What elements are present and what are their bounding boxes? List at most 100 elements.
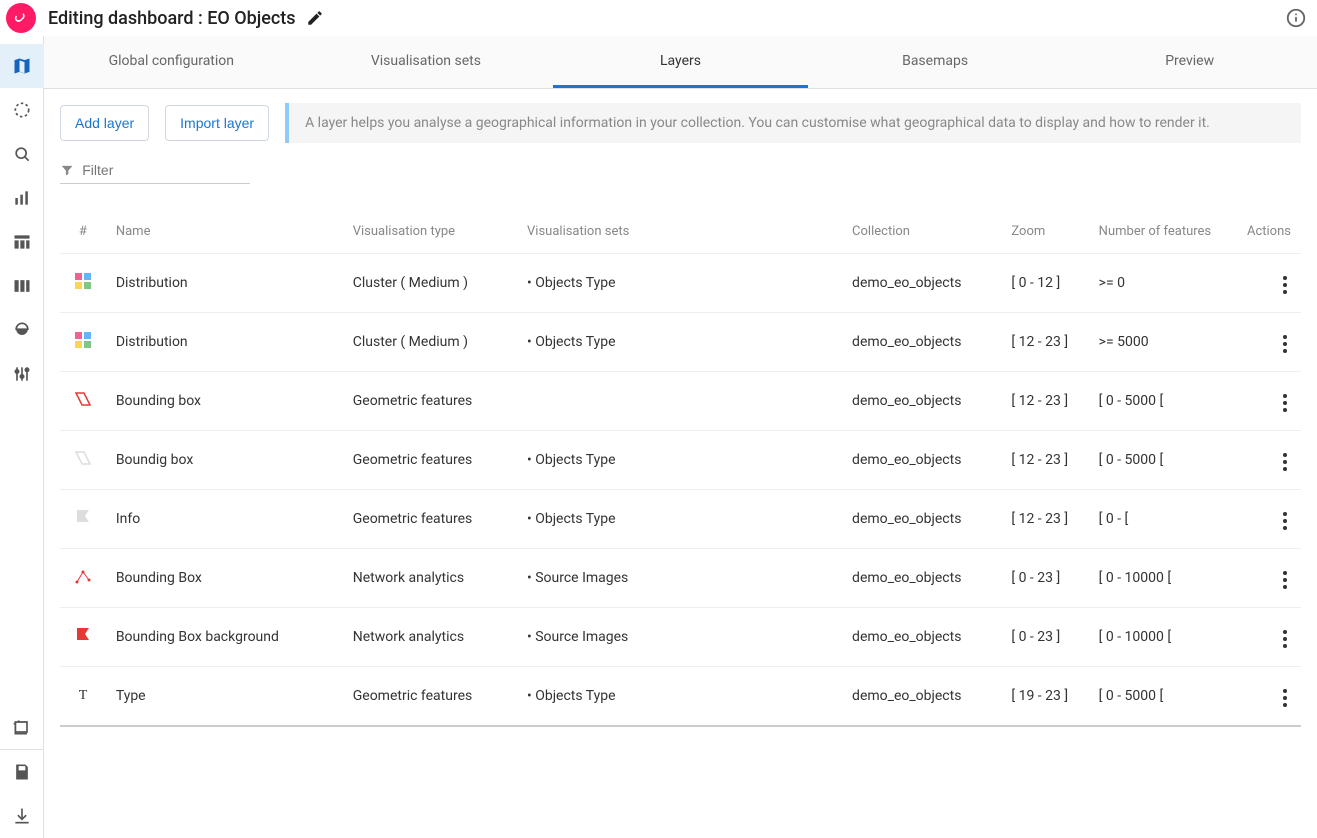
sidebar-item-columns[interactable] (0, 264, 44, 308)
table-row[interactable]: Boundig box Geometric features • Objects… (60, 431, 1301, 490)
cell-name: Info (106, 490, 343, 549)
cell-vtype: Geometric features (343, 490, 517, 549)
table-row[interactable]: Bounding Box background Network analytic… (60, 608, 1301, 667)
col-zoom: Zoom (1001, 210, 1088, 254)
table-row[interactable]: Bounding box Geometric features demo_eo_… (60, 372, 1301, 431)
letter-t-icon (74, 685, 92, 703)
grid-color-icon (74, 331, 92, 349)
sidebar-item-timeline[interactable] (0, 88, 44, 132)
page-title: Editing dashboard : EO Objects (48, 8, 296, 29)
poly-gray-icon (74, 449, 92, 467)
layers-table: # Name Visualisation type Visualisation … (60, 210, 1301, 727)
table-row[interactable]: Info Geometric features • Objects Type d… (60, 490, 1301, 549)
row-actions-menu[interactable] (1279, 449, 1291, 475)
cell-vsets: • Objects Type (517, 431, 842, 490)
cell-vsets: • Source Images (517, 608, 842, 667)
cell-collection: demo_eo_objects (842, 431, 1001, 490)
cell-nfeatures: [ 0 - 10000 [ (1089, 608, 1237, 667)
col-vtype: Visualisation type (343, 210, 517, 254)
sidebar-item-search[interactable] (0, 132, 44, 176)
sidebar-item-library[interactable] (0, 705, 44, 749)
row-actions-menu[interactable] (1279, 508, 1291, 534)
cell-vsets: • Objects Type (517, 313, 842, 372)
toolbar: Add layer Import layer A layer helps you… (44, 89, 1317, 157)
header: Editing dashboard : EO Objects (0, 0, 1317, 36)
cell-vsets (517, 372, 842, 431)
cell-vtype: Geometric features (343, 431, 517, 490)
cell-nfeatures: >= 0 (1089, 254, 1237, 313)
help-banner: A layer helps you analyse a geographical… (285, 103, 1301, 143)
cell-nfeatures: [ 0 - 5000 [ (1089, 372, 1237, 431)
table-row[interactable]: Distribution Cluster ( Medium ) • Object… (60, 313, 1301, 372)
edit-title-icon[interactable] (306, 9, 324, 27)
cell-vtype: Geometric features (343, 372, 517, 431)
cell-name: Bounding Box (106, 549, 343, 608)
sidebar-item-map[interactable] (0, 44, 44, 88)
col-actions: Actions (1237, 210, 1301, 254)
sidebar-item-analytics[interactable] (0, 176, 44, 220)
cell-collection: demo_eo_objects (842, 313, 1001, 372)
row-actions-menu[interactable] (1279, 626, 1291, 652)
brand-logo[interactable] (6, 3, 36, 33)
cell-zoom: [ 0 - 12 ] (1001, 254, 1088, 313)
sidebar-item-table[interactable] (0, 220, 44, 264)
import-layer-button[interactable]: Import layer (165, 105, 269, 141)
grid-color-icon (74, 272, 92, 290)
tab-layers[interactable]: Layers (553, 36, 808, 88)
cell-collection: demo_eo_objects (842, 549, 1001, 608)
row-actions-menu[interactable] (1279, 685, 1291, 711)
sidebar-item-fill[interactable] (0, 308, 44, 352)
col-name: Name (106, 210, 343, 254)
cell-nfeatures: >= 5000 (1089, 313, 1237, 372)
cell-vsets: • Source Images (517, 549, 842, 608)
cell-vsets: • Objects Type (517, 490, 842, 549)
col-vsets: Visualisation sets (517, 210, 842, 254)
cell-name: Distribution (106, 254, 343, 313)
cell-collection: demo_eo_objects (842, 667, 1001, 727)
cell-vtype: Network analytics (343, 608, 517, 667)
cell-nfeatures: [ 0 - 5000 [ (1089, 431, 1237, 490)
cell-collection: demo_eo_objects (842, 254, 1001, 313)
cell-zoom: [ 12 - 23 ] (1001, 490, 1088, 549)
cell-vtype: Cluster ( Medium ) (343, 254, 517, 313)
row-actions-menu[interactable] (1279, 390, 1291, 416)
row-actions-menu[interactable] (1279, 331, 1291, 357)
add-layer-button[interactable]: Add layer (60, 105, 149, 141)
table-row[interactable]: Distribution Cluster ( Medium ) • Object… (60, 254, 1301, 313)
row-actions-menu[interactable] (1279, 272, 1291, 298)
filter-input[interactable] (80, 161, 250, 179)
table-row[interactable]: Type Geometric features • Objects Type d… (60, 667, 1301, 727)
sidebar-item-download[interactable] (0, 794, 44, 838)
filter-field[interactable] (60, 161, 250, 184)
poly-red-icon (74, 390, 92, 408)
cell-collection: demo_eo_objects (842, 490, 1001, 549)
cell-collection: demo_eo_objects (842, 608, 1001, 667)
sidebar-item-sliders[interactable] (0, 352, 44, 396)
sidebar (0, 0, 44, 838)
cell-vtype: Network analytics (343, 549, 517, 608)
tabbar: Global configurationVisualisation setsLa… (44, 36, 1317, 89)
cell-zoom: [ 12 - 23 ] (1001, 313, 1088, 372)
flag-gray-icon (74, 508, 92, 526)
col-idx: # (60, 210, 106, 254)
tab-visualisation-sets[interactable]: Visualisation sets (299, 36, 554, 88)
filter-icon (60, 162, 74, 178)
table-row[interactable]: Bounding Box Network analytics • Source … (60, 549, 1301, 608)
cell-vsets: • Objects Type (517, 667, 842, 727)
cell-zoom: [ 0 - 23 ] (1001, 608, 1088, 667)
tab-global-configuration[interactable]: Global configuration (44, 36, 299, 88)
col-collection: Collection (842, 210, 1001, 254)
cell-zoom: [ 12 - 23 ] (1001, 372, 1088, 431)
row-actions-menu[interactable] (1279, 567, 1291, 593)
info-icon[interactable] (1285, 7, 1307, 29)
main-content: Global configurationVisualisation setsLa… (44, 0, 1317, 838)
tab-preview[interactable]: Preview (1062, 36, 1317, 88)
cell-nfeatures: [ 0 - [ (1089, 490, 1237, 549)
cell-name: Distribution (106, 313, 343, 372)
sidebar-item-save[interactable] (0, 750, 44, 794)
cell-name: Bounding Box background (106, 608, 343, 667)
tab-basemaps[interactable]: Basemaps (808, 36, 1063, 88)
cell-collection: demo_eo_objects (842, 372, 1001, 431)
flag-red-icon (74, 626, 92, 644)
net-red-icon (74, 567, 92, 585)
